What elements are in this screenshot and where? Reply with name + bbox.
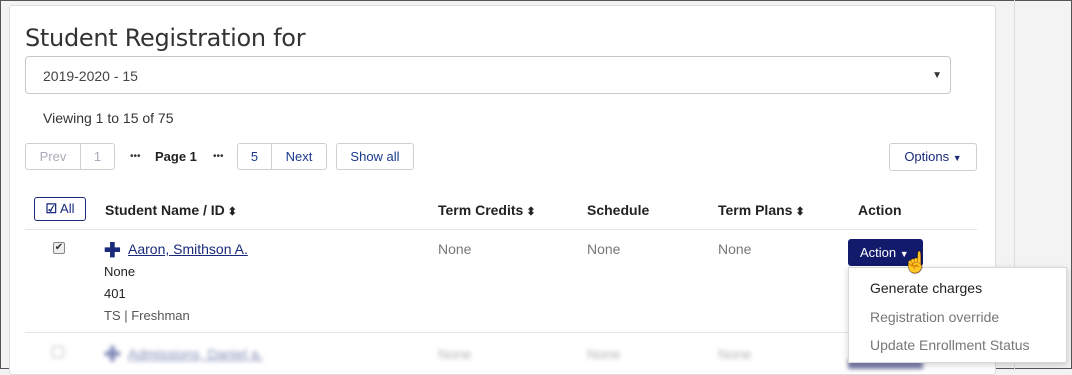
menu-item-generate-charges[interactable]: Generate charges [870,280,982,296]
student-name-link[interactable]: Aaron, Smithson A. [128,241,248,257]
col-header-student-name[interactable]: Student Name / ID ⬍ [105,202,237,218]
page-1-button[interactable]: 1 [80,143,115,170]
term-select-value: 2019-2020 - 15 [43,68,138,84]
student-name-link[interactable]: Admissions, Daniel a. [128,346,263,362]
next-button[interactable]: Next [271,143,327,170]
hand-pointer-cursor-icon: ☝ [903,252,928,274]
term-plans-value: None [718,241,752,257]
row-checkbox[interactable]: ✔ [53,242,65,254]
checkbox-check-icon: ☑ [45,201,58,216]
page-title: Student Registration for [25,24,306,52]
select-all-button[interactable]: ☑ All [34,197,86,221]
current-page-label: Page 1 [155,149,197,164]
student-id: 401 [104,286,126,301]
expand-plus-icon[interactable]: ✚ [104,342,121,367]
action-menu: Generate charges Registration override U… [848,267,1067,363]
caret-down-icon: ▼ [952,153,962,163]
show-all-button[interactable]: Show all [336,143,414,170]
sort-icon: ⬍ [526,206,536,218]
sort-icon: ⬍ [795,206,805,218]
options-button[interactable]: Options ▼ [889,143,977,171]
schedule-value: None [587,346,621,362]
page-5-button[interactable]: 5 [237,143,272,170]
col-header-schedule: Schedule [587,202,650,218]
student-level: TS | Freshman [104,308,190,323]
col-header-term-credits[interactable]: Term Credits ⬍ [438,202,536,218]
term-select[interactable]: 2019-2020 - 15 ▼ [25,56,951,94]
action-label: Action [860,245,897,260]
expand-plus-icon[interactable]: ✚ [104,238,121,263]
chevron-down-icon: ▼ [932,70,942,81]
row-checkbox[interactable] [52,346,64,358]
student-sub-none: None [104,264,136,279]
select-all-label: All [60,201,75,216]
ellipsis-left: ••• [130,151,141,162]
prev-button[interactable]: Prev [25,143,81,170]
options-label: Options [904,149,950,164]
term-credits-value: None [438,241,472,257]
row-divider [25,332,977,333]
col-header-term-plans[interactable]: Term Plans ⬍ [718,202,805,218]
viewing-count: Viewing 1 to 15 of 75 [43,110,174,126]
col-header-action: Action [858,202,902,218]
schedule-value: None [587,241,621,257]
menu-item-update-enrollment-status[interactable]: Update Enrollment Status [870,337,1030,353]
sort-icon: ⬍ [227,206,238,218]
menu-item-registration-override[interactable]: Registration override [870,309,999,325]
header-divider [25,229,977,230]
term-credits-value: None [438,346,472,362]
term-plans-value: None [718,346,752,362]
ellipsis-right: ••• [213,151,224,162]
